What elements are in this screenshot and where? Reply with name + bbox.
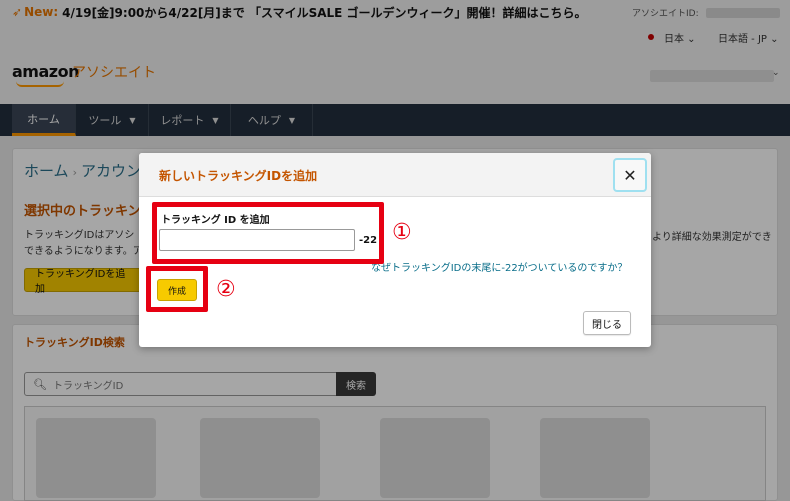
close-button[interactable]: 閉じる xyxy=(583,311,631,335)
modal-title: 新しいトラッキングIDを追加 xyxy=(159,169,318,183)
annotation-number-2: ② xyxy=(216,277,236,302)
modal-header: 新しいトラッキングIDを追加 ✕ xyxy=(139,153,651,197)
annotation-number-1: ① xyxy=(392,220,412,245)
annotation-box-2 xyxy=(146,266,208,312)
close-icon[interactable]: ✕ xyxy=(613,158,647,192)
suffix-help-link[interactable]: なぜトラッキングIDの末尾に-22がついているのですか？ xyxy=(371,259,627,274)
annotation-box-1 xyxy=(152,202,384,264)
